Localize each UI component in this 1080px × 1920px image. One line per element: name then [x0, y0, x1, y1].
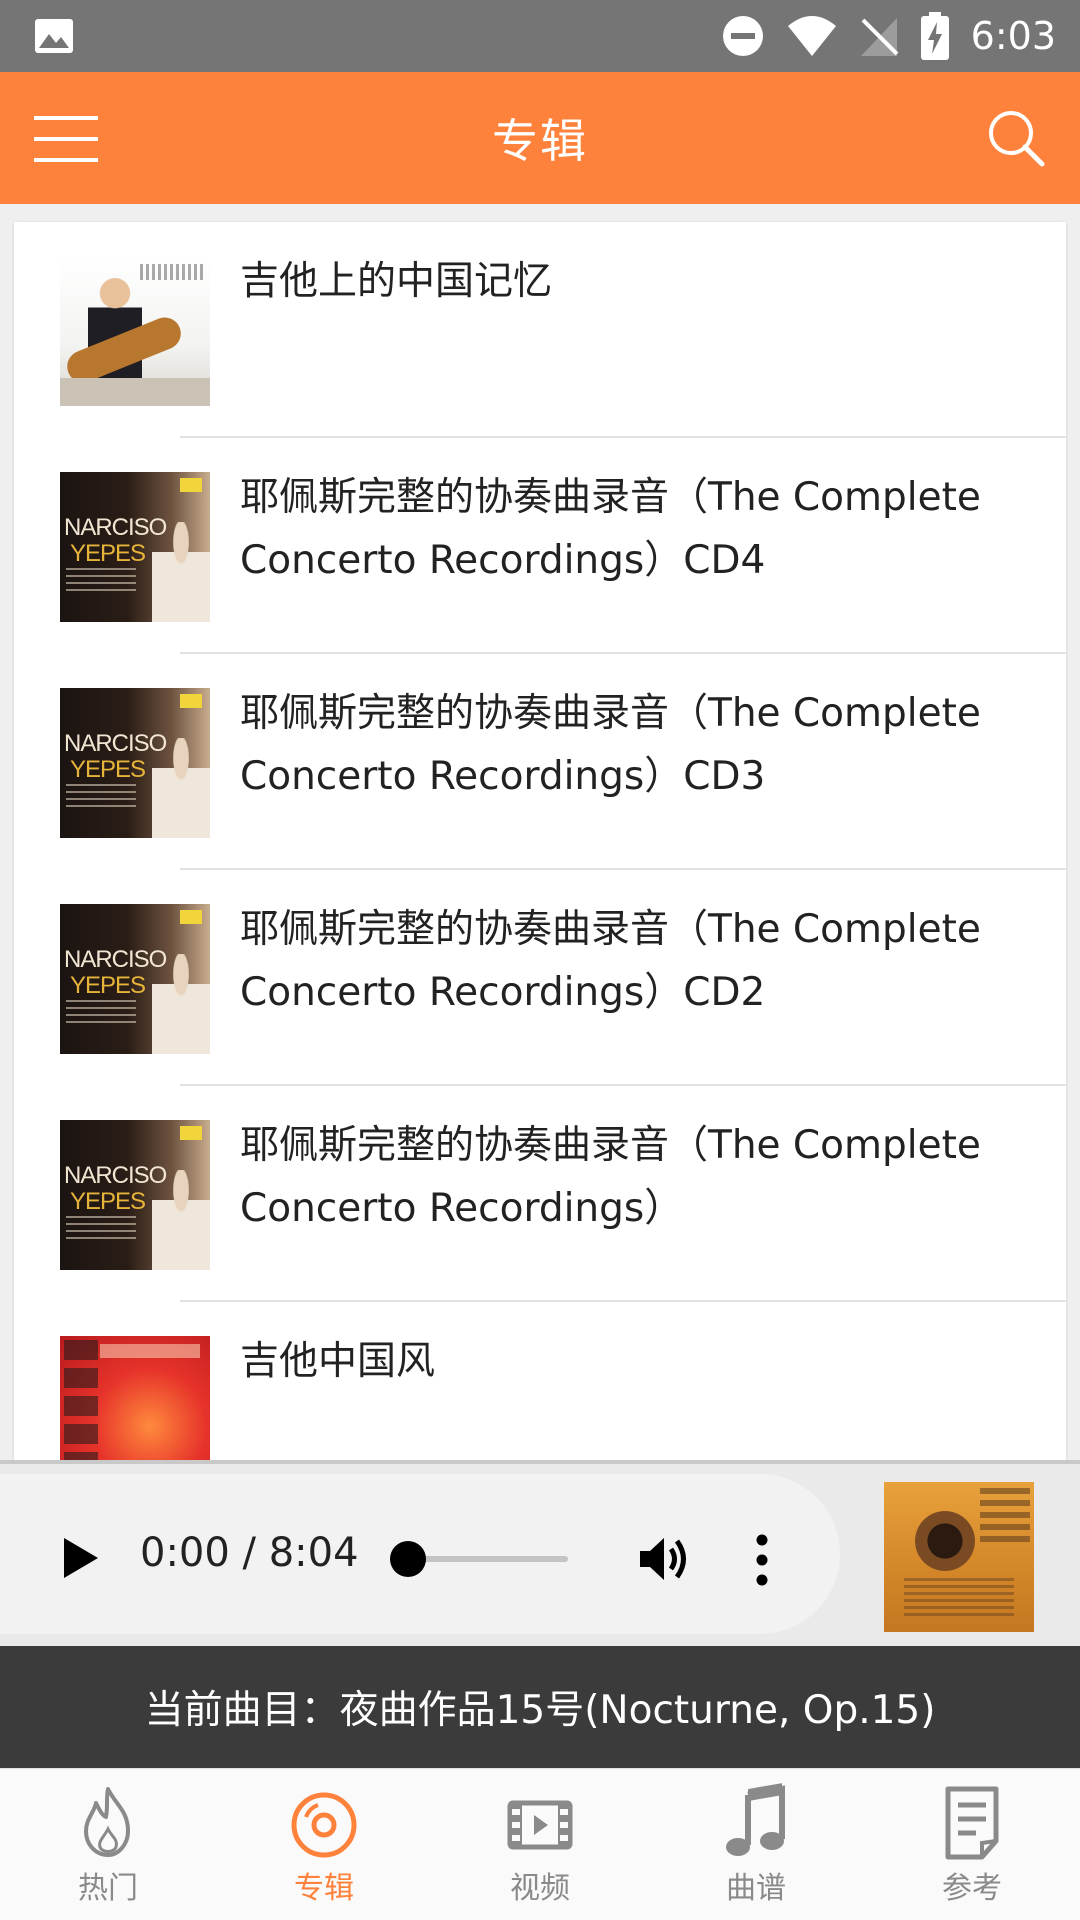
- album-title: 耶佩斯完整的协奏曲录音（The Complete Concerto Record…: [240, 475, 981, 583]
- album-title: 吉他中国风: [240, 1339, 436, 1384]
- list-item[interactable]: NARCISO YEPES 耶佩斯完整的协奏曲录音（The Complete C…: [14, 870, 1066, 1086]
- bottom-nav: 热门 专辑 视频 曲谱 参考: [0, 1768, 1080, 1920]
- seek-thumb[interactable]: [390, 1541, 426, 1577]
- audio-player: 0:00 / 8:04: [0, 1460, 1080, 1646]
- album-cover: [60, 256, 210, 406]
- more-options-icon[interactable]: [752, 1532, 772, 1588]
- battery-charging-icon: [920, 12, 949, 60]
- status-bar: 6:03: [0, 0, 1080, 72]
- music-note-icon: [726, 1783, 785, 1856]
- play-icon[interactable]: [60, 1536, 100, 1580]
- album-cover: NARCISO YEPES: [60, 472, 210, 622]
- list-item[interactable]: NARCISO YEPES 耶佩斯完整的协奏曲录音（The Complete C…: [14, 654, 1066, 870]
- album-cover: NARCISO YEPES: [60, 688, 210, 838]
- no-signal-icon: [860, 18, 899, 56]
- album-cover: NARCISO YEPES: [60, 904, 210, 1054]
- film-icon: [507, 1800, 573, 1850]
- status-time: 6:03: [970, 14, 1056, 58]
- search-icon[interactable]: [986, 108, 1046, 168]
- nav-label: 曲谱: [726, 1871, 786, 1906]
- volume-icon[interactable]: [638, 1534, 690, 1584]
- image-icon: [35, 19, 73, 53]
- app-bar: 专辑: [0, 72, 1080, 204]
- now-playing-cover[interactable]: [884, 1482, 1034, 1632]
- nav-item-hot[interactable]: 热门: [0, 1769, 216, 1920]
- album-title: 耶佩斯完整的协奏曲录音（The Complete Concerto Record…: [240, 907, 981, 1015]
- album-cover: NARCISO YEPES: [60, 1120, 210, 1270]
- playback-time: 0:00 / 8:04: [140, 1530, 359, 1576]
- do-not-disturb-icon: [722, 16, 763, 56]
- nav-item-album[interactable]: 专辑: [216, 1769, 432, 1920]
- album-cover: [60, 1336, 210, 1460]
- list-item[interactable]: NARCISO YEPES 耶佩斯完整的协奏曲录音（The Complete C…: [14, 438, 1066, 654]
- nav-item-score[interactable]: 曲谱: [648, 1769, 864, 1920]
- list-item[interactable]: 吉他上的中国记忆: [14, 222, 1066, 438]
- list-item[interactable]: 吉他中国风: [14, 1302, 1066, 1460]
- page-title: 专辑: [492, 114, 588, 168]
- flame-icon: [84, 1787, 130, 1857]
- disc-icon: [291, 1792, 357, 1858]
- nav-label: 专辑: [294, 1871, 354, 1906]
- nav-label: 参考: [942, 1871, 1002, 1906]
- now-playing-text: 当前曲目：夜曲作品15号(Nocturne, Op.15): [144, 1688, 936, 1733]
- now-playing-bar[interactable]: 当前曲目：夜曲作品15号(Nocturne, Op.15): [0, 1646, 1080, 1768]
- nav-item-reference[interactable]: 参考: [864, 1769, 1080, 1920]
- album-title: 耶佩斯完整的协奏曲录音（The Complete Concerto Record…: [240, 691, 981, 799]
- document-icon: [945, 1786, 999, 1860]
- album-title: 吉他上的中国记忆: [240, 259, 553, 304]
- player-controls: 0:00 / 8:04: [0, 1474, 840, 1634]
- nav-label: 视频: [510, 1871, 570, 1906]
- album-title: 耶佩斯完整的协奏曲录音（The Complete Concerto Record…: [240, 1123, 981, 1231]
- album-list: 吉他上的中国记忆 NARCISO YEPES 耶佩斯完整的协奏曲录音（The C…: [14, 222, 1066, 1460]
- nav-label: 热门: [78, 1871, 138, 1906]
- wifi-icon: [787, 16, 836, 56]
- list-item[interactable]: NARCISO YEPES 耶佩斯完整的协奏曲录音（The Complete C…: [14, 1086, 1066, 1302]
- hamburger-menu-icon[interactable]: [34, 114, 98, 164]
- nav-item-video[interactable]: 视频: [432, 1769, 648, 1920]
